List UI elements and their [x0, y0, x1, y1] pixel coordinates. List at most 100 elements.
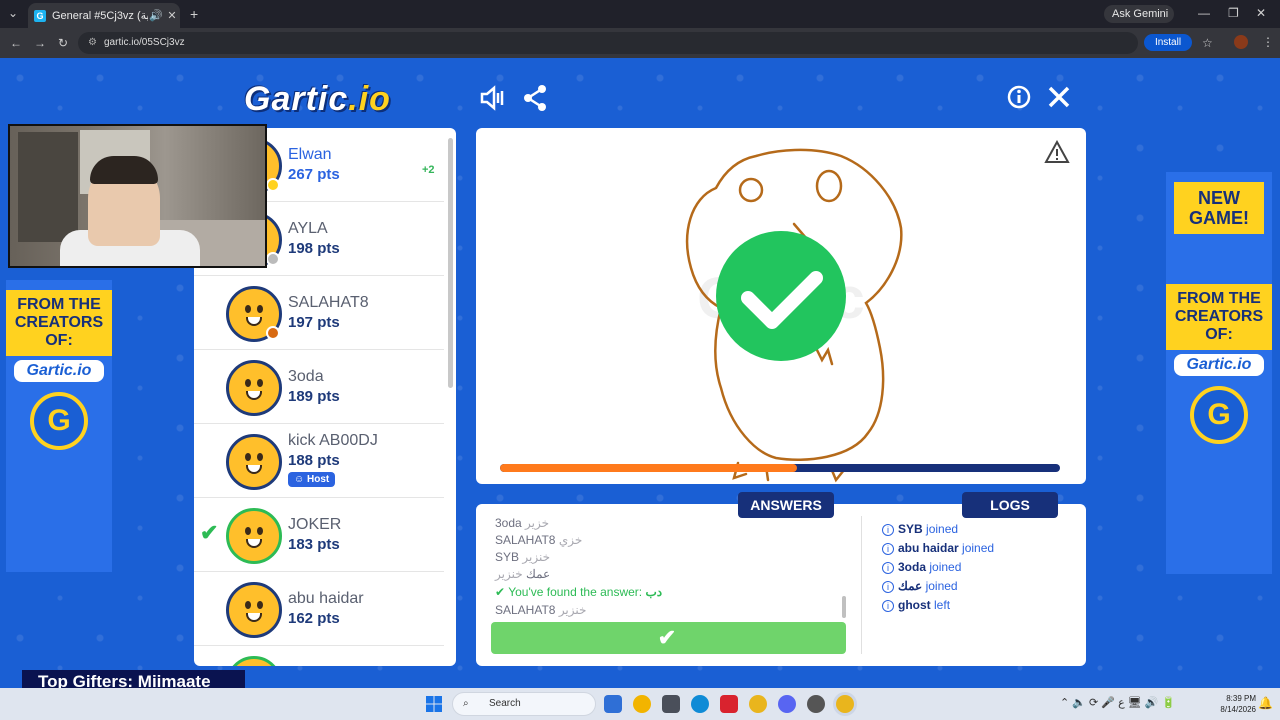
answer-message: SALAHAT8 خزي — [495, 533, 582, 547]
share-icon[interactable] — [520, 84, 550, 114]
player-avatar — [226, 434, 282, 490]
log-user: عمك — [898, 579, 923, 593]
answer-message: 3oda خزير — [495, 516, 549, 530]
reload-icon[interactable]: ↻ — [58, 36, 68, 50]
notification-icon[interactable]: 🔔 — [1258, 696, 1273, 710]
log-action: joined — [962, 541, 995, 555]
log-entry: i ghost left — [882, 598, 950, 612]
ad-brand: Gartic.io — [1174, 354, 1264, 376]
drawing-canvas[interactable]: Gartic — [476, 128, 1086, 484]
found-text: You've found the answer: — [508, 585, 643, 599]
edge-icon[interactable] — [691, 695, 709, 713]
taskbar-search[interactable]: ⌕ Search — [452, 692, 596, 716]
taskview-icon[interactable] — [604, 695, 622, 713]
found-answer: دب — [645, 585, 663, 599]
star-icon[interactable]: ☆ — [1202, 36, 1213, 50]
netflix-icon[interactable] — [720, 695, 738, 713]
answers-scrollbar[interactable] — [842, 596, 846, 618]
profile-avatar[interactable] — [1234, 35, 1248, 49]
answer-user: SYB — [495, 550, 520, 564]
player-name: abu haidar — [288, 590, 364, 607]
player-badge — [266, 252, 280, 266]
site-info-icon[interactable]: ⚙ — [88, 32, 97, 54]
player-row[interactable] — [194, 646, 444, 666]
tab-close-icon[interactable]: ✕ — [164, 9, 180, 22]
url-field[interactable]: ⚙ gartic.io/05SCj3vz — [78, 32, 1138, 54]
store-icon[interactable] — [662, 695, 680, 713]
player-avatar — [226, 582, 282, 638]
player-name: SALAHAT8 — [288, 294, 369, 311]
sound-icon[interactable] — [478, 84, 508, 114]
info-icon[interactable] — [1004, 84, 1034, 114]
player-points: 267 pts — [288, 166, 340, 183]
obs-icon[interactable] — [807, 695, 825, 713]
logo-text: Gartic — [244, 80, 349, 118]
minimize-icon[interactable]: — — [1198, 6, 1210, 20]
panel-divider — [861, 516, 862, 654]
player-row[interactable]: kick AB00DJ 188 pts ☺ Host — [194, 424, 444, 498]
search-placeholder: Search — [489, 698, 521, 709]
found-answer-message: ✔ You've found the answer: دب — [495, 585, 662, 599]
chrome-icon[interactable] — [749, 695, 767, 713]
player-row[interactable]: ✔ JOKER 183 pts — [194, 498, 444, 572]
taskbar-clock[interactable]: 8:39 PM 8/14/2026 — [1212, 693, 1256, 715]
player-points: 197 pts — [288, 314, 340, 331]
game-page: Gartic.io Elwan 267 pts +2 AYLA 198 pts … — [0, 58, 1280, 687]
answer-user: SALAHAT8 — [495, 533, 556, 547]
ad-new-game: NEW GAME! — [1174, 182, 1264, 234]
maximize-icon[interactable]: ❐ — [1228, 6, 1239, 20]
speaker-icon[interactable]: 🔊 — [148, 9, 164, 22]
player-name: AYLA — [288, 220, 328, 237]
ad-brand: Gartic.io — [14, 360, 104, 382]
right-ad-banner[interactable]: NEW GAME! FROM THE CREATORS OF: Gartic.i… — [1166, 172, 1272, 574]
forward-icon[interactable]: → — [34, 36, 46, 50]
answer-text: خنزير — [558, 603, 587, 617]
player-row[interactable]: abu haidar 162 pts — [194, 572, 444, 646]
url-text: gartic.io/05SCj3vz — [104, 37, 185, 48]
kebab-icon[interactable]: ⋮ — [1262, 35, 1274, 49]
player-badge — [266, 178, 280, 192]
player-name: 3oda — [288, 368, 324, 385]
new-tab-plus-icon[interactable]: + — [190, 6, 198, 22]
tab-list-chevron-down-icon[interactable]: ⌄ — [8, 6, 18, 20]
tab-answers[interactable]: ANSWERS — [738, 492, 834, 518]
ask-gemini-label: Ask Gemini — [1112, 8, 1169, 20]
player-name: kick AB00DJ — [288, 432, 378, 449]
windows-start-icon[interactable] — [425, 695, 443, 713]
ad-g-logo: G — [30, 392, 88, 450]
tab-logs[interactable]: LOGS — [962, 492, 1058, 518]
answer-user: عمك — [525, 567, 551, 581]
players-scrollbar[interactable] — [448, 138, 453, 388]
report-warning-icon[interactable] — [1044, 139, 1070, 164]
clock-date: 8/14/2026 — [1220, 705, 1256, 714]
answer-message: SYB خنزير — [495, 550, 550, 564]
log-user: abu haidar — [898, 541, 959, 555]
player-name: JOKER — [288, 516, 342, 533]
answer-text: خزير — [525, 516, 550, 530]
browser-tab-bar: ⌄ G General #5Cj3vz (العربية) - G 🔊 ✕ + … — [0, 0, 1280, 28]
answer-text: خنزير — [495, 567, 523, 581]
gartic-favicon-icon: G — [34, 9, 46, 22]
chat-app-icon[interactable] — [633, 695, 651, 713]
chrome-active-icon[interactable] — [836, 695, 854, 713]
info-icon: i — [882, 524, 894, 536]
player-row[interactable]: SALAHAT8 197 pts — [194, 276, 444, 350]
log-user: 3oda — [898, 560, 927, 574]
browser-tab[interactable]: G General #5Cj3vz (العربية) - G 🔊 ✕ — [28, 3, 180, 28]
points-bonus: +2 — [422, 164, 435, 176]
player-points: 162 pts — [288, 610, 340, 627]
back-icon[interactable]: ← — [10, 36, 22, 50]
player-points: 198 pts — [288, 240, 340, 257]
tray-icons[interactable]: ⌃ 🔈 ⟳ 🎤 ع 🖥 🔊 🔋 — [1060, 696, 1175, 709]
player-row[interactable]: 3oda 189 pts — [194, 350, 444, 424]
window-close-icon[interactable]: ✕ — [1256, 6, 1266, 20]
close-icon[interactable] — [1044, 84, 1074, 114]
discord-icon[interactable] — [778, 695, 796, 713]
answer-message: SALAHAT8 خنزير — [495, 603, 586, 617]
log-entry: i SYB joined — [882, 522, 958, 536]
gartic-logo[interactable]: Gartic.io — [244, 80, 391, 119]
left-ad-banner[interactable]: FROM THE CREATORS OF: Gartic.io G — [6, 280, 112, 572]
install-button[interactable]: Install — [1144, 34, 1192, 51]
ask-gemini-button[interactable]: Ask Gemini — [1104, 5, 1174, 23]
player-points: 183 pts — [288, 536, 340, 553]
